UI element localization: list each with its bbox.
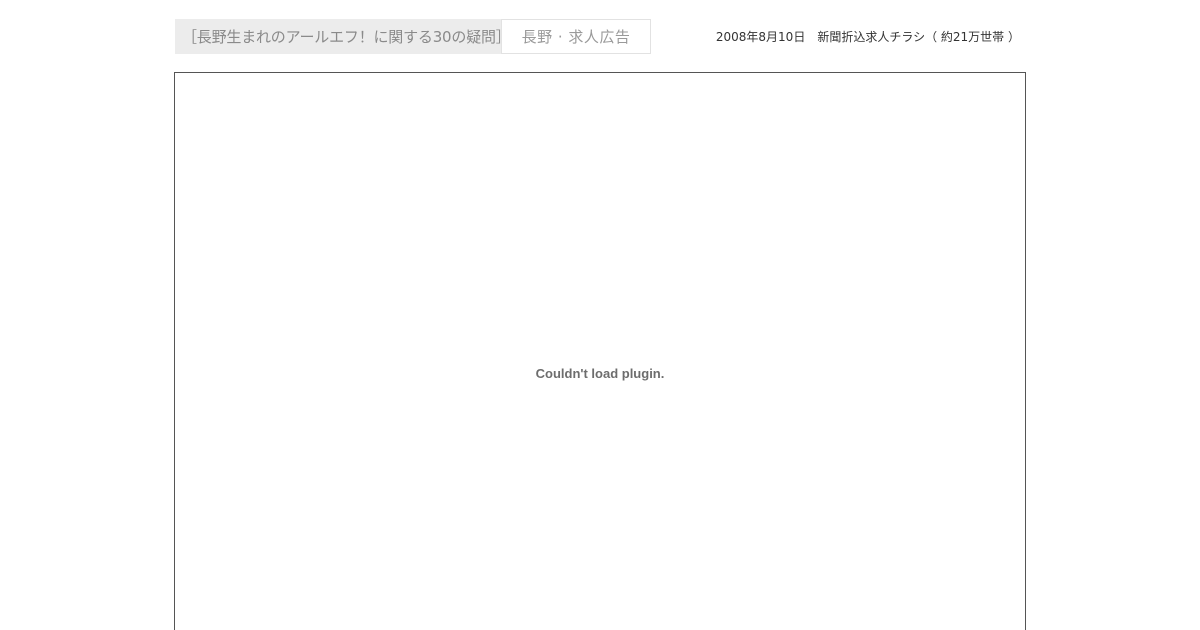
header-info: 2008年8月10日 新聞折込求人チラシ（ 約21万世帯 ） [716, 28, 1020, 45]
header-date: 2008年8月10日 [715, 30, 806, 44]
tab-bar: ［長野生まれのアールエフ！に関する30の疑問］ 長野 · 求人広告 [175, 19, 651, 54]
page: ［長野生まれのアールエフ！に関する30の疑問］ 長野 · 求人広告 2008年8… [0, 0, 1200, 630]
header-description: 新聞折込求人チラシ（ 約21万世帯 ） [817, 30, 1020, 44]
plugin-frame[interactable]: Couldn't load plugin. [174, 72, 1026, 630]
tab-30-questions[interactable]: ［長野生まれのアールエフ！に関する30の疑問］ [175, 19, 511, 54]
plugin-error-message: Couldn't load plugin. [535, 366, 665, 381]
tab-nagano-job-ad[interactable]: 長野 · 求人広告 [501, 19, 651, 54]
